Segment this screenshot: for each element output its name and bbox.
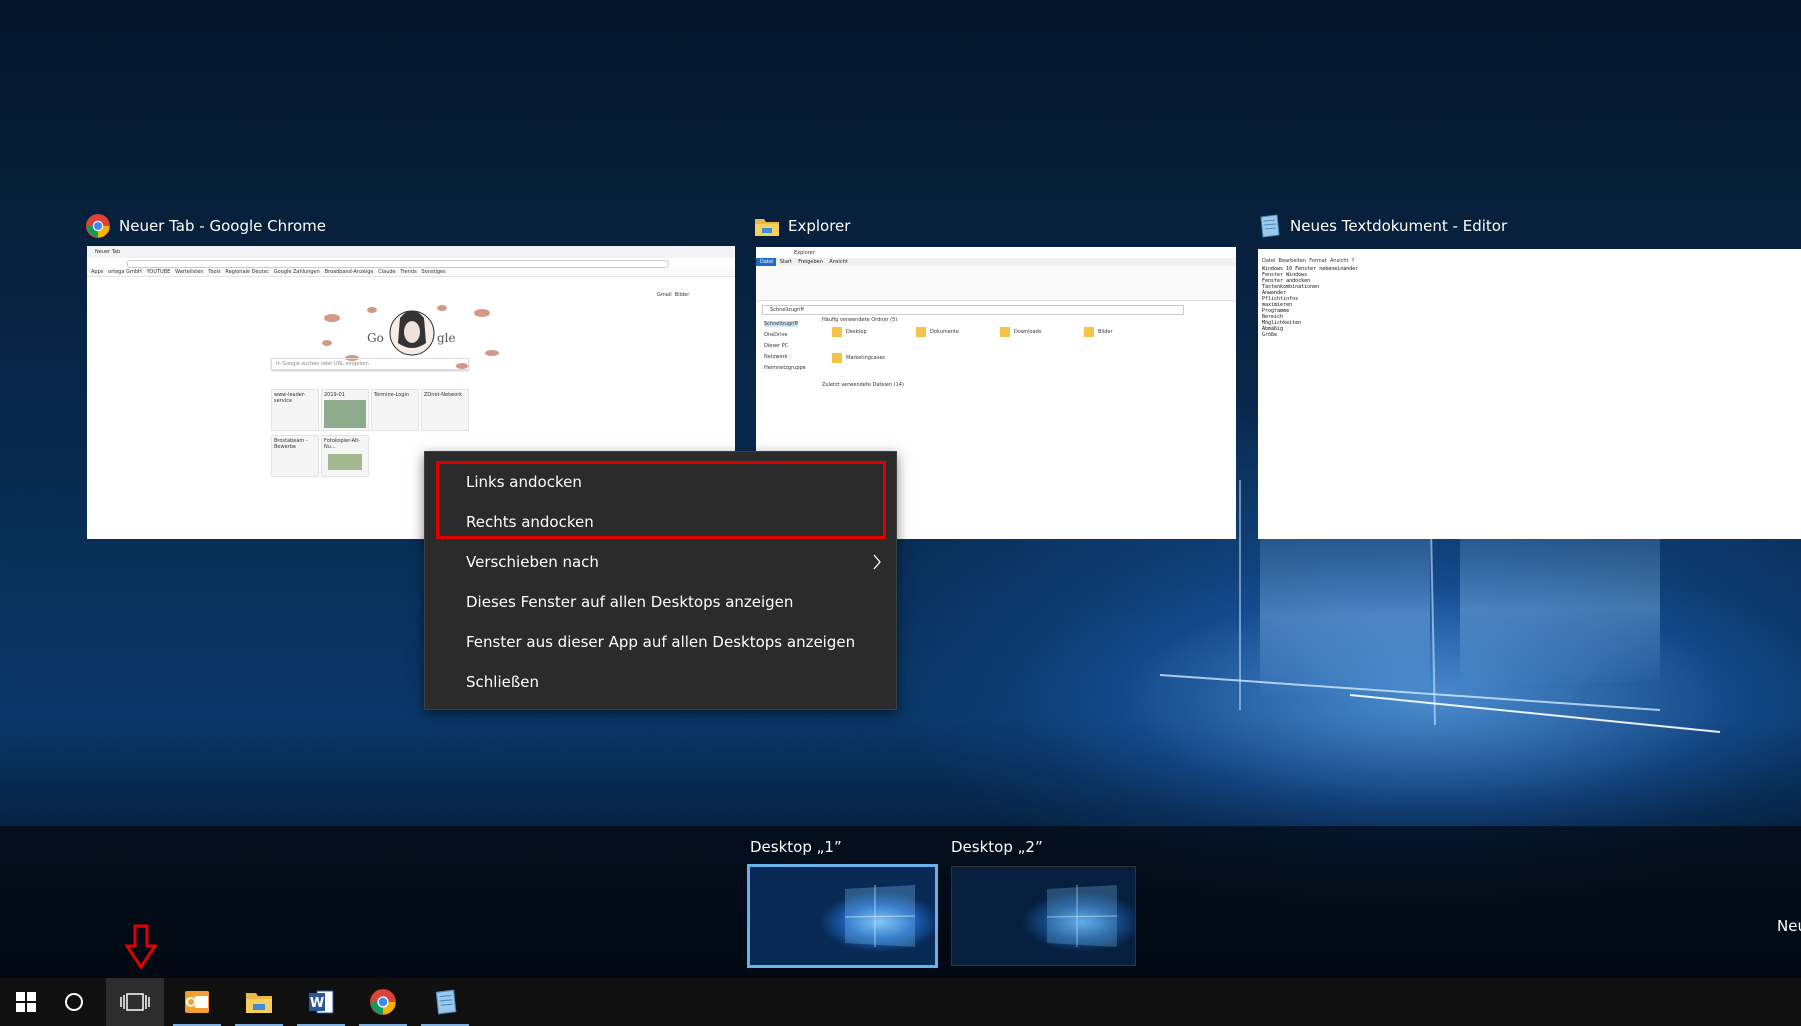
menu-item-close[interactable]: Schließen	[425, 662, 896, 702]
notepad-icon	[1260, 214, 1280, 238]
notepad-icon	[435, 989, 457, 1015]
task-view-button[interactable]	[106, 978, 164, 1026]
chrome-bookmarks: Apps ortega GmbH YOUTUBE Wartelisten Too…	[91, 269, 446, 275]
menu-item-show-window-all-desktops[interactable]: Dieses Fenster auf allen Desktops anzeig…	[425, 582, 896, 622]
desktop-1-thumbnail[interactable]	[747, 864, 938, 968]
explorer-section: Häufig verwendete Ordner (5)	[822, 317, 898, 323]
taskbar: W	[0, 978, 1801, 1026]
windows-logo-wallpaper	[844, 885, 916, 947]
chevron-right-icon	[873, 554, 881, 570]
explorer-section: Zuletzt verwendete Dateien (14)	[822, 382, 904, 388]
chrome-header-links: Gmail Bilder	[657, 292, 690, 298]
windows-logo-wallpaper	[1046, 885, 1118, 947]
tile[interactable]: Brostabeam - Bewerbe	[271, 435, 319, 477]
chrome-search-box[interactable]: In Google suchen oder URL eingeben	[271, 358, 469, 370]
chrome-tab: Neuer Tab	[95, 249, 121, 255]
start-button[interactable]	[0, 978, 52, 1026]
word-icon: W	[309, 990, 334, 1014]
new-desktop-button[interactable]: Neu	[1777, 917, 1801, 935]
desktop-2-thumbnail[interactable]	[951, 866, 1136, 966]
desktop-2-label: Desktop „2”	[951, 838, 1043, 856]
folder-icon	[755, 219, 779, 236]
cortana-button[interactable]	[48, 978, 100, 1026]
tile[interactable]: Termine-Login	[371, 389, 419, 431]
context-menu: Links andocken Rechts andocken Verschieb…	[424, 451, 897, 710]
red-arrow-annotation	[124, 924, 158, 970]
desktop-1-label: Desktop „1”	[750, 838, 842, 856]
notepad-button[interactable]	[419, 978, 471, 1026]
cortana-icon	[65, 993, 83, 1011]
tile[interactable]: Fotokopier-Alt-Nu...	[321, 435, 369, 477]
window-title-explorer[interactable]: Explorer	[754, 213, 850, 239]
word-button[interactable]: W	[295, 978, 347, 1026]
menu-item-move-to[interactable]: Verschieben nach	[425, 542, 896, 582]
chrome-icon	[370, 989, 396, 1015]
window-title-text: Neues Textdokument - Editor	[1290, 217, 1508, 235]
tile[interactable]: 2019-01	[321, 389, 369, 431]
start-icon	[16, 992, 36, 1012]
chrome-button[interactable]	[357, 978, 409, 1026]
window-title-notepad[interactable]: Neues Textdokument - Editor	[1256, 213, 1507, 239]
outlook-icon	[185, 991, 209, 1013]
chrome-icon	[86, 214, 110, 238]
explorer-thumb-title: Explorer	[794, 250, 815, 256]
file-explorer-icon	[246, 993, 272, 1013]
notepad-menu: Datei Bearbeiten Format Ansicht ?	[1262, 258, 1355, 264]
explorer-address: Schnellzugriff	[770, 307, 804, 313]
window-title-chrome[interactable]: Neuer Tab - Google Chrome	[85, 213, 326, 239]
svg-text:Go: Go	[367, 331, 384, 345]
task-view-icon	[120, 993, 150, 1011]
tile[interactable]: www-leader-service	[271, 389, 319, 431]
file-explorer-button[interactable]	[233, 978, 285, 1026]
highlight-annotation	[436, 461, 886, 539]
tile[interactable]: ZDnet-Network	[421, 389, 469, 431]
menu-item-show-app-all-desktops[interactable]: Fenster aus dieser App auf allen Desktop…	[425, 622, 896, 662]
window-title-text: Explorer	[788, 217, 851, 235]
outlook-button[interactable]	[171, 978, 223, 1026]
window-title-text: Neuer Tab - Google Chrome	[119, 217, 326, 235]
notepad-text: Windows 10 Fenster nebeneinander Fenster …	[1262, 266, 1359, 338]
window-thumbnail-notepad[interactable]: Datei Bearbeiten Format Ansicht ? Window…	[1258, 249, 1801, 539]
explorer-ribbon-tabs: Datei Start Freigeben Ansicht	[760, 259, 848, 265]
svg-text:gle: gle	[437, 331, 456, 345]
svg-text:W: W	[310, 996, 324, 1011]
